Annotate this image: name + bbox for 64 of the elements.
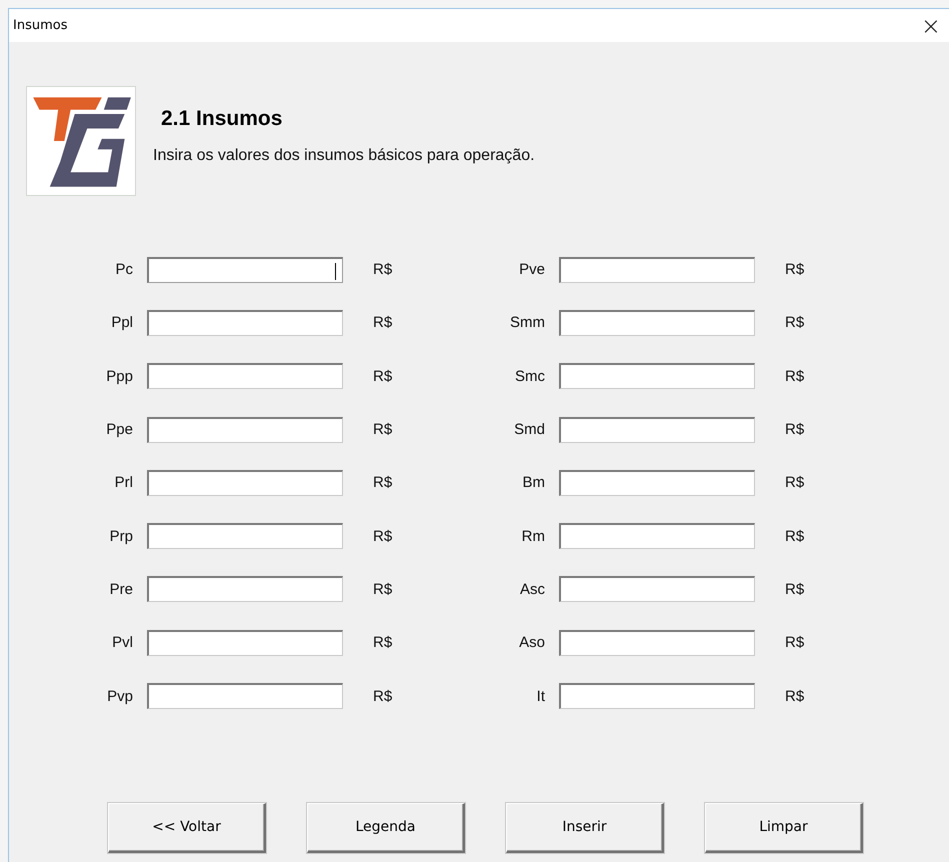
input-field[interactable] [147, 310, 343, 336]
currency-label: R$ [784, 314, 806, 332]
currency-label: R$ [372, 474, 394, 492]
input-field[interactable] [559, 416, 755, 443]
logo-icon [26, 86, 136, 196]
field-label: Smm [509, 314, 546, 332]
input-field[interactable] [147, 576, 343, 602]
input-field[interactable] [559, 470, 755, 496]
input-field[interactable] [147, 416, 343, 443]
field-label: Smc [514, 368, 546, 385]
currency-label: R$ [784, 421, 806, 438]
field-label: Rm [520, 528, 546, 545]
currency-label: R$ [372, 421, 394, 438]
currency-label: R$ [784, 580, 806, 598]
currency-label: R$ [372, 261, 394, 278]
field-label: Pve [518, 261, 546, 278]
currency-label: R$ [372, 688, 394, 705]
section-title: 2.1 Insumos [161, 107, 284, 131]
input-field[interactable] [559, 256, 755, 283]
currency-label: R$ [784, 528, 806, 545]
field-label: Ppe [105, 421, 134, 438]
currency-label: R$ [784, 368, 806, 385]
input-field[interactable] [559, 576, 755, 602]
field-label: Prp [108, 528, 134, 545]
field-label: Pvp [106, 688, 134, 705]
field-label: Pre [108, 580, 134, 598]
dialog-button[interactable]: << Voltar [108, 802, 266, 853]
instruction-text: Insira os valores dos insumos básicos para operação. [153, 147, 535, 165]
currency-label: R$ [784, 634, 806, 652]
field-label: It [536, 688, 546, 705]
input-field[interactable] [147, 363, 343, 390]
input-field[interactable] [147, 256, 343, 283]
field-label: Ppp [105, 368, 134, 385]
field-label: Prl [114, 474, 134, 492]
field-label: Pc [114, 261, 134, 278]
input-field[interactable] [147, 523, 343, 550]
text-cursor [335, 262, 336, 280]
field-label: Bm [522, 474, 546, 492]
currency-label: R$ [372, 580, 394, 598]
currency-label: R$ [784, 688, 806, 705]
field-label: Pvl [111, 634, 134, 652]
currency-label: R$ [372, 314, 394, 332]
input-field[interactable] [559, 310, 755, 336]
dialog-button[interactable]: Legenda [307, 802, 465, 853]
field-label: Asc [518, 580, 546, 598]
input-field[interactable] [559, 523, 755, 550]
currency-label: R$ [784, 474, 806, 492]
currency-label: R$ [372, 368, 394, 385]
window-title: Insumos [13, 18, 68, 33]
close-button[interactable]: × [912, 14, 949, 38]
field-label: Aso [518, 634, 546, 652]
field-label: Ppl [110, 314, 134, 332]
input-field[interactable] [559, 630, 755, 656]
input-field[interactable] [147, 630, 343, 656]
dialog-button[interactable]: Limpar [705, 802, 863, 853]
currency-label: R$ [372, 634, 394, 652]
currency-label: R$ [784, 261, 806, 278]
currency-label: R$ [372, 528, 394, 545]
input-field[interactable] [147, 683, 343, 710]
input-field[interactable] [147, 470, 343, 496]
input-field[interactable] [559, 363, 755, 390]
input-field[interactable] [559, 683, 755, 710]
field-label: Smd [513, 421, 546, 438]
dialog-button[interactable]: Inserir [506, 802, 664, 853]
